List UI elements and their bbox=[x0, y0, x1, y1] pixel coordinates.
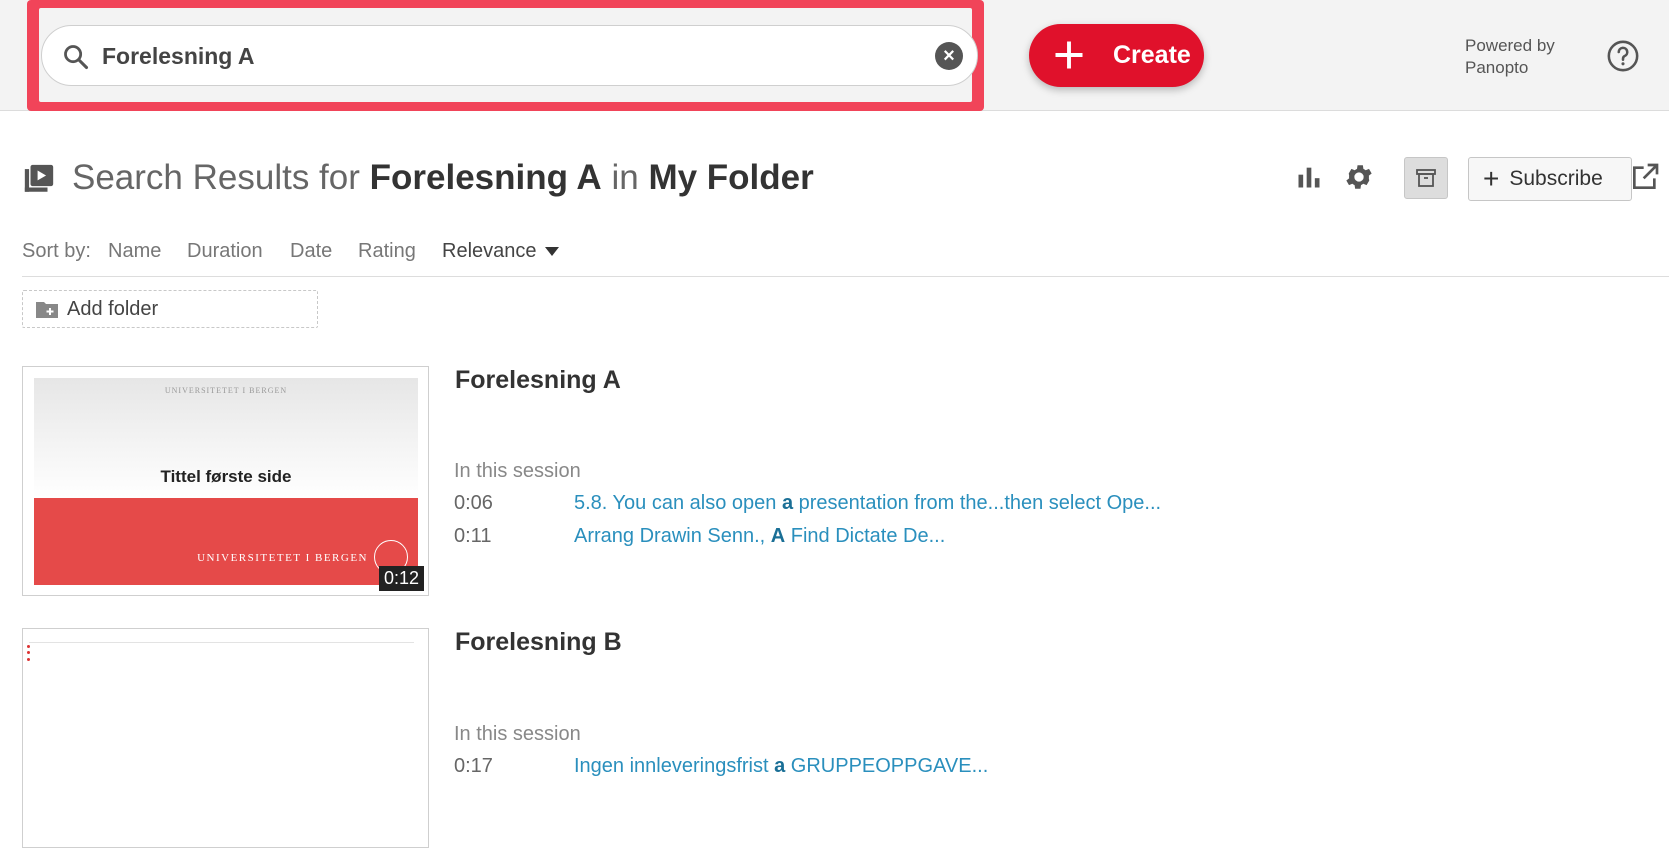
external-link-icon bbox=[1633, 163, 1659, 189]
session-thumbnail[interactable] bbox=[22, 628, 429, 848]
session-row: UNIVERSITETET I BERGEN Tittel første sid… bbox=[22, 366, 1652, 606]
add-folder-icon bbox=[36, 302, 58, 318]
hit-time: 0:11 bbox=[454, 525, 492, 547]
search-icon bbox=[64, 45, 89, 70]
session-title[interactable]: Forelesning A bbox=[455, 366, 621, 395]
sort-name[interactable]: Name bbox=[108, 240, 161, 263]
screen-preview bbox=[29, 632, 414, 643]
create-label: Create bbox=[1113, 41, 1191, 69]
settings-button[interactable] bbox=[1340, 158, 1378, 196]
in-session-label: In this session bbox=[454, 723, 581, 745]
search-hit: 0:06 5.8. You can also open a presentati… bbox=[454, 492, 1654, 518]
hit-link[interactable]: 5.8. You can also open a presentation fr… bbox=[574, 492, 1161, 515]
page-title: Search Results for Forelesning A in My F… bbox=[72, 158, 814, 197]
powered-by[interactable]: Powered by Panopto bbox=[1465, 35, 1555, 79]
create-button[interactable]: Create bbox=[1029, 24, 1204, 87]
sort-label: Sort by: bbox=[22, 240, 91, 262]
hit-link[interactable]: Ingen innleveringsfrist a GRUPPEOPPGAVE.… bbox=[574, 755, 988, 778]
hit-time: 0:17 bbox=[454, 755, 493, 777]
caret-down-icon bbox=[544, 247, 559, 257]
archive-icon bbox=[1416, 169, 1436, 187]
session-title[interactable]: Forelesning B bbox=[455, 628, 622, 657]
hit-link[interactable]: Arrang Drawin Senn., A Find Dictate De..… bbox=[574, 525, 945, 548]
gear-icon bbox=[1346, 165, 1372, 189]
plus-icon: + bbox=[1483, 163, 1500, 194]
help-icon[interactable] bbox=[1606, 39, 1640, 73]
session-row: Forelesning B In this session 0:17 Ingen… bbox=[22, 628, 1654, 848]
hit-time: 0:06 bbox=[454, 492, 493, 514]
in-session-label: In this session bbox=[454, 460, 581, 482]
sort-rating[interactable]: Rating bbox=[358, 240, 416, 263]
plus-icon bbox=[1055, 41, 1083, 69]
clear-icon[interactable]: × bbox=[935, 42, 963, 70]
video-library-icon bbox=[24, 164, 54, 192]
search-hit: 0:11 Arrang Drawin Senn., A Find Dictate… bbox=[454, 525, 1654, 551]
duration-badge: 0:12 bbox=[378, 566, 424, 591]
sort-date[interactable]: Date bbox=[290, 240, 332, 263]
search-hit: 0:17 Ingen innleveringsfrist a GRUPPEOPP… bbox=[454, 755, 1654, 781]
slide-preview: UNIVERSITETET I BERGEN Tittel første sid… bbox=[34, 378, 418, 585]
add-folder-button[interactable]: Add folder bbox=[22, 290, 318, 328]
stats-button[interactable] bbox=[1290, 158, 1328, 196]
sort-relevance[interactable]: Relevance bbox=[442, 240, 559, 263]
search-input[interactable] bbox=[102, 38, 902, 74]
session-thumbnail[interactable]: UNIVERSITETET I BERGEN Tittel første sid… bbox=[22, 366, 429, 596]
subscribe-button[interactable]: + Subscribe bbox=[1468, 157, 1632, 201]
sort-duration[interactable]: Duration bbox=[187, 240, 263, 263]
open-external-button[interactable] bbox=[1626, 158, 1664, 196]
title-row: Search Results for Forelesning A in My F… bbox=[22, 157, 1659, 202]
bar-chart-icon bbox=[1298, 167, 1320, 188]
archive-button[interactable] bbox=[1404, 157, 1448, 199]
search-box[interactable]: × bbox=[41, 25, 978, 86]
sort-bar: Sort by: Name Duration Date Rating Relev… bbox=[22, 240, 1669, 277]
